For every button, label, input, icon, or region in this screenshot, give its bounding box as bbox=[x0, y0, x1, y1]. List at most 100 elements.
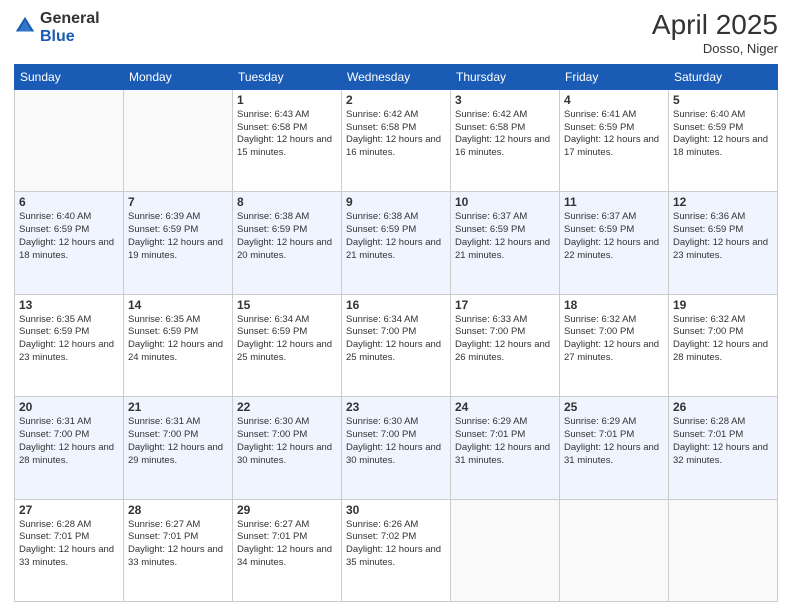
day-number: 28 bbox=[128, 503, 228, 517]
day-number: 10 bbox=[455, 195, 555, 209]
day-info: Sunrise: 6:42 AMSunset: 6:58 PMDaylight:… bbox=[346, 109, 446, 160]
table-cell: 25 Sunrise: 6:29 AMSunset: 7:01 PMDayligh… bbox=[560, 397, 669, 499]
calendar-week-row: 13 Sunrise: 6:35 AMSunset: 6:59 PMDayligh… bbox=[15, 294, 778, 396]
day-info: Sunrise: 6:38 AMSunset: 6:59 PMDaylight:… bbox=[237, 211, 337, 262]
day-number: 27 bbox=[19, 503, 119, 517]
day-info: Sunrise: 6:43 AMSunset: 6:58 PMDaylight:… bbox=[237, 109, 337, 160]
table-cell: 17 Sunrise: 6:33 AMSunset: 7:00 PMDayligh… bbox=[451, 294, 560, 396]
logo-blue: Blue bbox=[40, 28, 100, 46]
day-info: Sunrise: 6:35 AMSunset: 6:59 PMDaylight:… bbox=[19, 314, 119, 365]
day-info: Sunrise: 6:39 AMSunset: 6:59 PMDaylight:… bbox=[128, 211, 228, 262]
table-cell: 19Sunrise: 6:32 AMSunset: 7:00 PMDayligh… bbox=[669, 294, 778, 396]
day-number: 25 bbox=[564, 400, 664, 414]
logo-text: General Blue bbox=[40, 10, 100, 45]
day-info: Sunrise: 6:33 AMSunset: 7:00 PMDaylight:… bbox=[455, 314, 555, 365]
logo-general: General bbox=[40, 10, 100, 28]
table-cell: 20 Sunrise: 6:31 AMSunset: 7:00 PMDayligh… bbox=[15, 397, 124, 499]
day-number: 1 bbox=[237, 93, 337, 107]
day-number: 24 bbox=[455, 400, 555, 414]
table-cell: 12 Sunrise: 6:36 AMSunset: 6:59 PMDayligh… bbox=[669, 192, 778, 294]
table-cell bbox=[451, 499, 560, 601]
day-info: Sunrise: 6:34 AMSunset: 7:00 PMDaylight:… bbox=[346, 314, 446, 365]
calendar-header-row: Sunday Monday Tuesday Wednesday Thursday… bbox=[15, 64, 778, 89]
day-info: Sunrise: 6:36 AMSunset: 6:59 PMDaylight:… bbox=[673, 211, 773, 262]
day-number: 19 bbox=[673, 298, 773, 312]
day-number: 23 bbox=[346, 400, 446, 414]
day-number: 12 bbox=[673, 195, 773, 209]
day-info: Sunrise: 6:35 AMSunset: 6:59 PMDaylight:… bbox=[128, 314, 228, 365]
calendar-week-row: 20 Sunrise: 6:31 AMSunset: 7:00 PMDayligh… bbox=[15, 397, 778, 499]
day-info: Sunrise: 6:31 AMSunset: 7:00 PMDaylight:… bbox=[19, 416, 119, 467]
logo-icon bbox=[14, 15, 36, 37]
day-info: Sunrise: 6:28 AMSunset: 7:01 PMDaylight:… bbox=[19, 519, 119, 570]
table-cell: 23 Sunrise: 6:30 AMSunset: 7:00 PMDayligh… bbox=[342, 397, 451, 499]
table-cell: 3Sunrise: 6:42 AMSunset: 6:58 PMDaylight… bbox=[451, 89, 560, 191]
table-cell: 27 Sunrise: 6:28 AMSunset: 7:01 PMDayligh… bbox=[15, 499, 124, 601]
day-info: Sunrise: 6:29 AMSunset: 7:01 PMDaylight:… bbox=[455, 416, 555, 467]
calendar: Sunday Monday Tuesday Wednesday Thursday… bbox=[14, 64, 778, 602]
day-info: Sunrise: 6:30 AMSunset: 7:00 PMDaylight:… bbox=[346, 416, 446, 467]
day-info: Sunrise: 6:29 AMSunset: 7:01 PMDaylight:… bbox=[564, 416, 664, 467]
day-number: 29 bbox=[237, 503, 337, 517]
day-info: Sunrise: 6:30 AMSunset: 7:00 PMDaylight:… bbox=[237, 416, 337, 467]
table-cell: 15 Sunrise: 6:34 AMSunset: 6:59 PMDayligh… bbox=[233, 294, 342, 396]
calendar-week-row: 1 Sunrise: 6:43 AMSunset: 6:58 PMDaylight… bbox=[15, 89, 778, 191]
day-number: 22 bbox=[237, 400, 337, 414]
day-number: 4 bbox=[564, 93, 664, 107]
table-cell: 22 Sunrise: 6:30 AMSunset: 7:00 PMDayligh… bbox=[233, 397, 342, 499]
day-number: 30 bbox=[346, 503, 446, 517]
table-cell: 24 Sunrise: 6:29 AMSunset: 7:01 PMDayligh… bbox=[451, 397, 560, 499]
table-cell: 26 Sunrise: 6:28 AMSunset: 7:01 PMDayligh… bbox=[669, 397, 778, 499]
table-cell: 9Sunrise: 6:38 AMSunset: 6:59 PMDaylight… bbox=[342, 192, 451, 294]
table-cell: 14 Sunrise: 6:35 AMSunset: 6:59 PMDayligh… bbox=[124, 294, 233, 396]
location: Dosso, Niger bbox=[652, 41, 778, 56]
day-info: Sunrise: 6:31 AMSunset: 7:00 PMDaylight:… bbox=[128, 416, 228, 467]
header-thursday: Thursday bbox=[451, 64, 560, 89]
header-wednesday: Wednesday bbox=[342, 64, 451, 89]
day-info: Sunrise: 6:26 AMSunset: 7:02 PMDaylight:… bbox=[346, 519, 446, 570]
day-info: Sunrise: 6:27 AMSunset: 7:01 PMDaylight:… bbox=[237, 519, 337, 570]
table-cell bbox=[669, 499, 778, 601]
table-cell bbox=[124, 89, 233, 191]
day-number: 13 bbox=[19, 298, 119, 312]
table-cell: 18Sunrise: 6:32 AMSunset: 7:00 PMDayligh… bbox=[560, 294, 669, 396]
header-friday: Friday bbox=[560, 64, 669, 89]
header-monday: Monday bbox=[124, 64, 233, 89]
header-tuesday: Tuesday bbox=[233, 64, 342, 89]
day-number: 6 bbox=[19, 195, 119, 209]
table-cell: 21 Sunrise: 6:31 AMSunset: 7:00 PMDayligh… bbox=[124, 397, 233, 499]
day-number: 16 bbox=[346, 298, 446, 312]
day-info: Sunrise: 6:28 AMSunset: 7:01 PMDaylight:… bbox=[673, 416, 773, 467]
table-cell: 13 Sunrise: 6:35 AMSunset: 6:59 PMDayligh… bbox=[15, 294, 124, 396]
calendar-week-row: 6Sunrise: 6:40 AMSunset: 6:59 PMDaylight… bbox=[15, 192, 778, 294]
table-cell: 16 Sunrise: 6:34 AMSunset: 7:00 PMDayligh… bbox=[342, 294, 451, 396]
day-number: 26 bbox=[673, 400, 773, 414]
day-number: 14 bbox=[128, 298, 228, 312]
header-saturday: Saturday bbox=[669, 64, 778, 89]
table-cell: 5Sunrise: 6:40 AMSunset: 6:59 PMDaylight… bbox=[669, 89, 778, 191]
day-number: 20 bbox=[19, 400, 119, 414]
day-info: Sunrise: 6:37 AMSunset: 6:59 PMDaylight:… bbox=[455, 211, 555, 262]
header-sunday: Sunday bbox=[15, 64, 124, 89]
table-cell: 2 Sunrise: 6:42 AMSunset: 6:58 PMDaylight… bbox=[342, 89, 451, 191]
day-number: 21 bbox=[128, 400, 228, 414]
day-number: 17 bbox=[455, 298, 555, 312]
day-info: Sunrise: 6:27 AMSunset: 7:01 PMDaylight:… bbox=[128, 519, 228, 570]
day-info: Sunrise: 6:32 AMSunset: 7:00 PMDaylight:… bbox=[564, 314, 664, 365]
table-cell: 10 Sunrise: 6:37 AMSunset: 6:59 PMDayligh… bbox=[451, 192, 560, 294]
table-cell: 11Sunrise: 6:37 AMSunset: 6:59 PMDayligh… bbox=[560, 192, 669, 294]
day-info: Sunrise: 6:34 AMSunset: 6:59 PMDaylight:… bbox=[237, 314, 337, 365]
table-cell bbox=[560, 499, 669, 601]
day-info: Sunrise: 6:42 AMSunset: 6:58 PMDaylight:… bbox=[455, 109, 555, 160]
table-cell: 30 Sunrise: 6:26 AMSunset: 7:02 PMDayligh… bbox=[342, 499, 451, 601]
table-cell: 8Sunrise: 6:38 AMSunset: 6:59 PMDaylight… bbox=[233, 192, 342, 294]
table-cell: 28 Sunrise: 6:27 AMSunset: 7:01 PMDayligh… bbox=[124, 499, 233, 601]
logo: General Blue bbox=[14, 10, 100, 45]
day-number: 2 bbox=[346, 93, 446, 107]
month-title: April 2025 bbox=[652, 10, 778, 41]
calendar-week-row: 27 Sunrise: 6:28 AMSunset: 7:01 PMDayligh… bbox=[15, 499, 778, 601]
table-cell bbox=[15, 89, 124, 191]
day-number: 15 bbox=[237, 298, 337, 312]
page: General Blue April 2025 Dosso, Niger Sun… bbox=[0, 0, 792, 612]
day-info: Sunrise: 6:37 AMSunset: 6:59 PMDaylight:… bbox=[564, 211, 664, 262]
